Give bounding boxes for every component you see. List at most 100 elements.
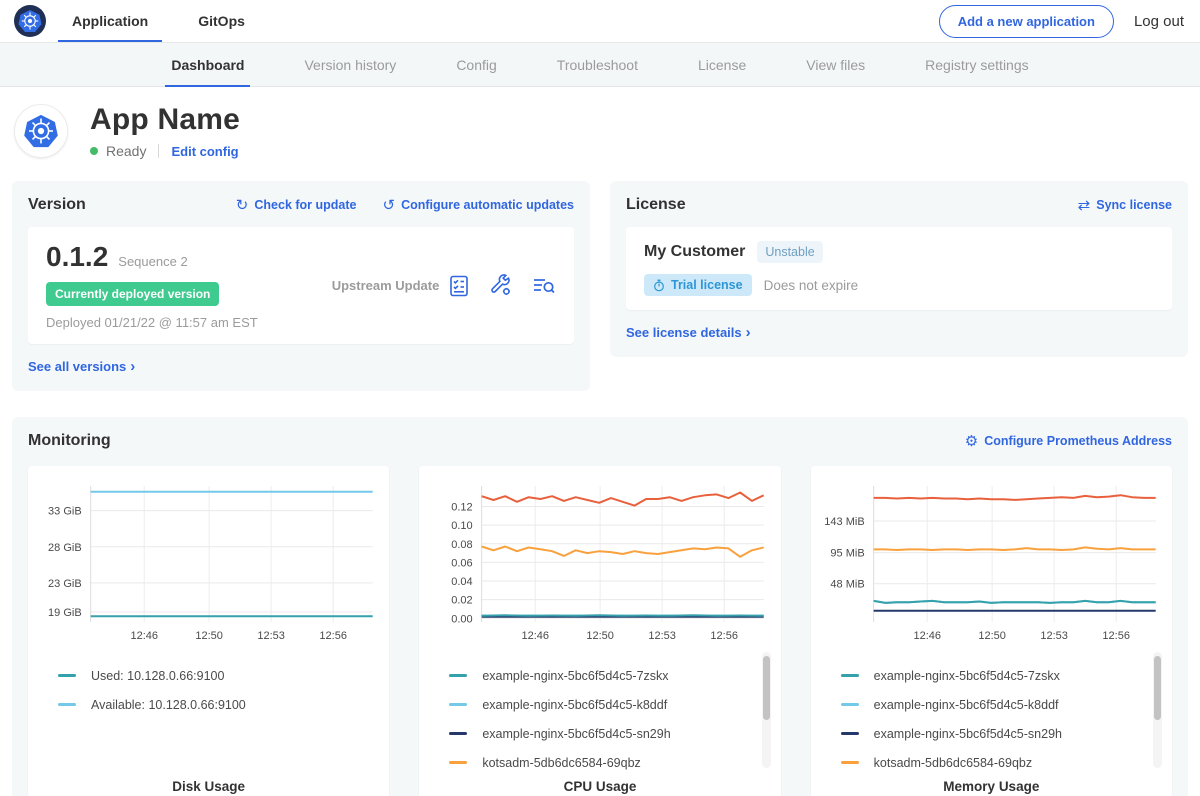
app-subnav: Dashboard Version history Config Trouble…: [0, 43, 1200, 87]
legend-swatch: [449, 674, 467, 677]
kubernetes-app-icon: [22, 112, 60, 150]
legend-item: example-nginx-5bc6f5d4c5-7zskx: [449, 661, 770, 690]
currently-deployed-badge: Currently deployed version: [46, 282, 219, 306]
release-notes-icon[interactable]: [447, 274, 471, 298]
legend-item: example-nginx-5bc6f5d4c5-7zskx: [841, 661, 1162, 690]
subnav-tab-version-history[interactable]: Version history: [298, 43, 402, 86]
legend-item: example-nginx-5bc6f5d4c5-k8ddf: [841, 690, 1162, 719]
subnav-tab-view-files-label: View files: [806, 57, 865, 73]
legend-swatch: [841, 674, 859, 677]
check-for-update-label: Check for update: [254, 198, 356, 212]
legend-label: example-nginx-5bc6f5d4c5-sn29h: [482, 727, 670, 741]
stopwatch-icon: [653, 279, 665, 292]
license-summary-row: My Customer Unstable Trial license Does …: [626, 227, 1172, 310]
legend-scrollbar-thumb[interactable]: [763, 656, 770, 720]
svg-text:0.08: 0.08: [452, 539, 473, 551]
legend-label: Available: 10.128.0.66:9100: [91, 698, 246, 712]
legend-label: example-nginx-5bc6f5d4c5-sn29h: [874, 727, 1062, 741]
legend-label: example-nginx-5bc6f5d4c5-7zskx: [482, 669, 668, 683]
svg-text:0.00: 0.00: [452, 613, 473, 625]
legend-item: Used: 10.128.0.66:9100: [58, 661, 379, 690]
license-card: License ⇄ Sync license My Customer Unsta…: [610, 181, 1188, 357]
app-logo[interactable]: [0, 0, 68, 42]
svg-text:95 MiB: 95 MiB: [830, 548, 864, 560]
status-ready-dot: [90, 147, 98, 155]
sync-license-label: Sync license: [1096, 198, 1172, 212]
config-wrench-icon[interactable]: [489, 274, 513, 298]
sync-license-link[interactable]: ⇄ Sync license: [1078, 198, 1172, 213]
svg-text:12:53: 12:53: [1040, 630, 1068, 642]
legend-item: Available: 10.128.0.66:9100: [58, 690, 379, 719]
legend-label: Used: 10.128.0.66:9100: [91, 669, 224, 683]
svg-text:12:50: 12:50: [978, 630, 1006, 642]
svg-text:12:46: 12:46: [130, 630, 158, 642]
subnav-tab-dashboard[interactable]: Dashboard: [165, 43, 250, 86]
refresh-icon: ↻: [236, 198, 249, 213]
tab-application-label: Application: [72, 13, 148, 29]
legend-label: kotsadm-5db6dc6584-69qbz: [874, 756, 1032, 770]
subnav-tab-view-files[interactable]: View files: [800, 43, 871, 86]
svg-text:12:56: 12:56: [319, 630, 347, 642]
cpu-usage-chart-canvas: 12:4612:5012:5312:560.000.020.040.060.08…: [429, 476, 770, 651]
subnav-tab-config[interactable]: Config: [450, 43, 502, 86]
monitoring-section: Monitoring ⚙ Configure Prometheus Addres…: [12, 417, 1188, 796]
tab-application[interactable]: Application: [68, 0, 152, 42]
legend-swatch: [449, 703, 467, 706]
svg-text:0.12: 0.12: [452, 501, 473, 513]
see-license-details-link[interactable]: See license details ›: [626, 324, 751, 341]
svg-text:143 MiB: 143 MiB: [824, 516, 864, 528]
check-for-update-link[interactable]: ↻ Check for update: [236, 198, 357, 213]
trial-license-label: Trial license: [671, 278, 743, 292]
legend-label: example-nginx-5bc6f5d4c5-k8ddf: [874, 698, 1059, 712]
add-application-button[interactable]: Add a new application: [939, 5, 1114, 38]
legend-label: example-nginx-5bc6f5d4c5-7zskx: [874, 669, 1060, 683]
see-all-versions-label: See all versions: [28, 359, 126, 374]
version-card-title: Version: [28, 196, 86, 214]
legend-swatch: [58, 674, 76, 677]
top-navbar: Application GitOps Add a new application…: [0, 0, 1200, 43]
monitoring-title: Monitoring: [28, 432, 111, 450]
legend-swatch: [449, 761, 467, 764]
cpu-usage-legend: example-nginx-5bc6f5d4c5-7zskx example-ng…: [429, 651, 770, 777]
legend-item: example-nginx-5bc6f5d4c5-sn29h: [841, 719, 1162, 748]
svg-text:12:56: 12:56: [1102, 630, 1130, 642]
subnav-tab-registry-settings[interactable]: Registry settings: [919, 43, 1034, 86]
chevron-right-icon: ›: [130, 358, 135, 375]
subnav-tab-troubleshoot-label: Troubleshoot: [557, 57, 638, 73]
tab-gitops[interactable]: GitOps: [194, 0, 249, 42]
svg-text:12:50: 12:50: [587, 630, 615, 642]
subnav-tab-license[interactable]: License: [692, 43, 752, 86]
subnav-tab-version-history-label: Version history: [304, 57, 396, 73]
license-card-title: License: [626, 196, 686, 214]
legend-swatch: [841, 761, 859, 764]
see-license-details-label: See license details: [626, 325, 742, 340]
license-expiry: Does not expire: [764, 278, 859, 293]
subnav-tab-config-label: Config: [456, 57, 496, 73]
legend-swatch: [841, 732, 859, 735]
subnav-tab-troubleshoot[interactable]: Troubleshoot: [551, 43, 644, 86]
configure-prometheus-link[interactable]: ⚙ Configure Prometheus Address: [965, 434, 1172, 449]
chevron-right-icon: ›: [746, 324, 751, 341]
disk-usage-chart-canvas: 12:4612:5012:5312:5619 GiB23 GiB28 GiB33…: [38, 476, 379, 651]
logout-link[interactable]: Log out: [1134, 13, 1184, 30]
legend-scrollbar[interactable]: [1153, 652, 1162, 768]
svg-text:12:46: 12:46: [913, 630, 941, 642]
disk-usage-chart-card: 12:4612:5012:5312:5619 GiB23 GiB28 GiB33…: [28, 466, 389, 796]
view-logs-icon[interactable]: [531, 274, 556, 298]
configure-automatic-updates-link[interactable]: ↺ Configure automatic updates: [382, 198, 574, 213]
svg-text:12:50: 12:50: [195, 630, 223, 642]
version-sequence: Sequence 2: [118, 254, 187, 269]
svg-text:12:56: 12:56: [711, 630, 739, 642]
topbar-actions: Add a new application Log out: [939, 0, 1200, 42]
legend-item: kotsadm-5db6dc6584-69qbz: [841, 748, 1162, 777]
legend-item: kotsadm-5db6dc6584-69qbz: [449, 748, 770, 777]
legend-scrollbar[interactable]: [762, 652, 771, 768]
edit-config-link[interactable]: Edit config: [171, 144, 238, 159]
legend-scrollbar-thumb[interactable]: [1154, 656, 1161, 720]
sync-arrows-icon: ⇄: [1078, 198, 1091, 213]
tab-gitops-label: GitOps: [198, 13, 245, 29]
gear-icon: ⚙: [965, 434, 978, 449]
see-all-versions-link[interactable]: See all versions ›: [28, 358, 135, 375]
svg-text:19 GiB: 19 GiB: [48, 607, 82, 619]
legend-swatch: [449, 732, 467, 735]
